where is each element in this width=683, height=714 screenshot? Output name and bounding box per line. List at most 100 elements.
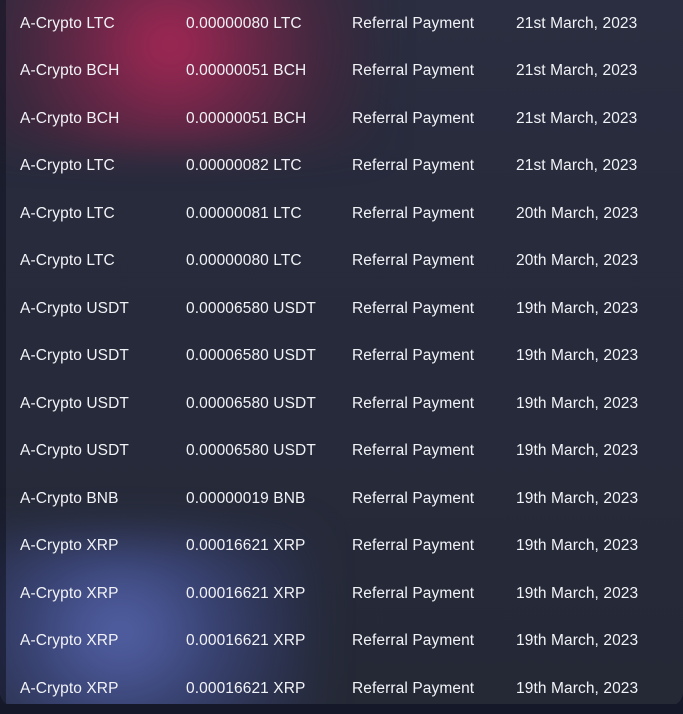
type-text: Referral Payment <box>352 632 475 650</box>
table-row[interactable]: A-Crypto LTC 0.00000080 LTC Referral Payme… <box>0 238 683 286</box>
table-row[interactable]: A-Crypto BCH 0.00000051 BCH Referral Payme… <box>0 48 683 96</box>
transactions-table-body: A-Crypto LTC 0.00000080 LTC Referral Payme… <box>0 0 683 706</box>
cell-date: 21st March, 2023 <box>512 48 683 96</box>
table-row[interactable]: A-Crypto BCH 0.00000051 BCH Referral Payme… <box>0 95 683 143</box>
table-row[interactable]: A-Crypto XRP 0.00016621 XRP Referral Payme… <box>0 570 683 618</box>
asset-text: A-Crypto LTC <box>20 157 115 175</box>
type-text: Referral Payment <box>352 584 475 602</box>
table-row[interactable]: A-Crypto BNB 0.00000019 BNB Referral Payme… <box>0 475 683 523</box>
cell-date: 19th March, 2023 <box>512 285 683 333</box>
cell-type: Referral Payment <box>348 95 512 143</box>
cell-asset: A-Crypto BCH <box>0 48 183 96</box>
cell-date: 19th March, 2023 <box>512 333 683 381</box>
cell-date: 19th March, 2023 <box>512 428 683 476</box>
asset-text: A-Crypto USDT <box>20 299 129 317</box>
cell-asset: A-Crypto USDT <box>0 428 183 476</box>
date-text: 21st March, 2023 <box>516 62 638 80</box>
asset-text: A-Crypto XRP <box>20 537 119 555</box>
cell-amount: 0.00016621 XRP <box>183 665 348 706</box>
cell-date: 20th March, 2023 <box>512 190 683 238</box>
cell-amount: 0.00006580 USDT <box>183 333 348 381</box>
cell-asset: A-Crypto BNB <box>0 475 183 523</box>
cell-type: Referral Payment <box>348 143 512 191</box>
type-text: Referral Payment <box>352 442 475 460</box>
cell-type: Referral Payment <box>348 333 512 381</box>
asset-text: A-Crypto USDT <box>20 394 129 412</box>
type-text: Referral Payment <box>352 299 475 317</box>
cell-asset: A-Crypto XRP <box>0 523 183 571</box>
cell-amount: 0.00000051 BCH <box>183 48 348 96</box>
cell-amount: 0.00000080 LTC <box>183 238 348 286</box>
amount-text: 0.00016621 XRP <box>186 537 306 555</box>
cell-amount: 0.00016621 XRP <box>183 523 348 571</box>
amount-text: 0.00000081 LTC <box>186 204 302 222</box>
amount-text: 0.00000082 LTC <box>186 157 302 175</box>
cell-type: Referral Payment <box>348 523 512 571</box>
cell-amount: 0.00006580 USDT <box>183 285 348 333</box>
cell-asset: A-Crypto XRP <box>0 665 183 706</box>
amount-text: 0.00000080 LTC <box>186 252 302 270</box>
table-row[interactable]: A-Crypto XRP 0.00016621 XRP Referral Payme… <box>0 523 683 571</box>
cell-asset: A-Crypto USDT <box>0 333 183 381</box>
transactions-table-container[interactable]: A-Crypto LTC 0.00000080 LTC Referral Payme… <box>0 0 683 706</box>
type-text: Referral Payment <box>352 537 475 555</box>
amount-text: 0.00006580 USDT <box>186 299 316 317</box>
cell-date: 19th March, 2023 <box>512 665 683 706</box>
cell-type: Referral Payment <box>348 48 512 96</box>
amount-text: 0.00016621 XRP <box>186 679 306 697</box>
asset-text: A-Crypto BNB <box>20 489 119 507</box>
transactions-table: A-Crypto LTC 0.00000080 LTC Referral Payme… <box>0 0 683 706</box>
cell-type: Referral Payment <box>348 570 512 618</box>
page-footer-strip <box>0 704 683 714</box>
cell-asset: A-Crypto XRP <box>0 618 183 666</box>
type-text: Referral Payment <box>352 157 475 175</box>
asset-text: A-Crypto LTC <box>20 14 115 32</box>
cell-type: Referral Payment <box>348 665 512 706</box>
cell-amount: 0.00006580 USDT <box>183 428 348 476</box>
table-row[interactable]: A-Crypto LTC 0.00000082 LTC Referral Payme… <box>0 143 683 191</box>
table-row[interactable]: A-Crypto XRP 0.00016621 XRP Referral Payme… <box>0 665 683 706</box>
type-text: Referral Payment <box>352 204 475 222</box>
cell-amount: 0.00000019 BNB <box>183 475 348 523</box>
cell-type: Referral Payment <box>348 285 512 333</box>
date-text: 19th March, 2023 <box>516 394 639 412</box>
cell-asset: A-Crypto BCH <box>0 95 183 143</box>
cell-type: Referral Payment <box>348 618 512 666</box>
date-text: 19th March, 2023 <box>516 299 639 317</box>
date-text: 21st March, 2023 <box>516 14 638 32</box>
table-row[interactable]: A-Crypto USDT 0.00006580 USDT Referral Pay… <box>0 380 683 428</box>
table-row[interactable]: A-Crypto USDT 0.00006580 USDT Referral Pay… <box>0 285 683 333</box>
table-row[interactable]: A-Crypto LTC 0.00000080 LTC Referral Payme… <box>0 0 683 48</box>
date-text: 21st March, 2023 <box>516 157 638 175</box>
cell-amount: 0.00000051 BCH <box>183 95 348 143</box>
cell-type: Referral Payment <box>348 0 512 48</box>
table-row[interactable]: A-Crypto USDT 0.00006580 USDT Referral Pay… <box>0 333 683 381</box>
cell-amount: 0.00016621 XRP <box>183 570 348 618</box>
amount-text: 0.00000080 LTC <box>186 14 302 32</box>
table-row[interactable]: A-Crypto XRP 0.00016621 XRP Referral Payme… <box>0 618 683 666</box>
table-row[interactable]: A-Crypto USDT 0.00006580 USDT Referral Pay… <box>0 428 683 476</box>
date-text: 19th March, 2023 <box>516 679 639 697</box>
asset-text: A-Crypto USDT <box>20 442 129 460</box>
cell-date: 19th March, 2023 <box>512 570 683 618</box>
cell-date: 20th March, 2023 <box>512 238 683 286</box>
cell-asset: A-Crypto LTC <box>0 0 183 48</box>
date-text: 19th March, 2023 <box>516 489 639 507</box>
amount-text: 0.00006580 USDT <box>186 442 316 460</box>
date-text: 20th March, 2023 <box>516 204 639 222</box>
date-text: 20th March, 2023 <box>516 252 639 270</box>
type-text: Referral Payment <box>352 109 475 127</box>
cell-date: 19th March, 2023 <box>512 618 683 666</box>
cell-type: Referral Payment <box>348 190 512 238</box>
cell-type: Referral Payment <box>348 428 512 476</box>
table-row[interactable]: A-Crypto LTC 0.00000081 LTC Referral Payme… <box>0 190 683 238</box>
amount-text: 0.00000019 BNB <box>186 489 306 507</box>
asset-text: A-Crypto USDT <box>20 347 129 365</box>
cell-asset: A-Crypto USDT <box>0 380 183 428</box>
cell-amount: 0.00000081 LTC <box>183 190 348 238</box>
cell-type: Referral Payment <box>348 475 512 523</box>
date-text: 21st March, 2023 <box>516 109 638 127</box>
cell-date: 19th March, 2023 <box>512 475 683 523</box>
asset-text: A-Crypto LTC <box>20 252 115 270</box>
type-text: Referral Payment <box>352 679 475 697</box>
